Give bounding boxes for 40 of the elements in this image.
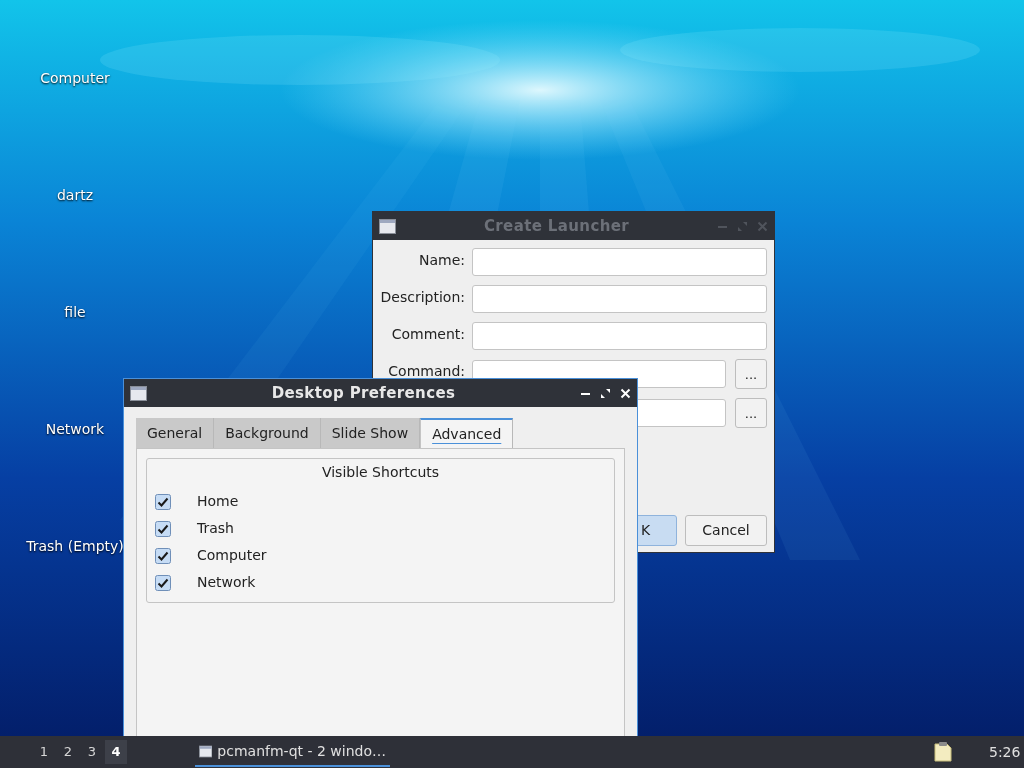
tab[interactable]: Advanced — [420, 418, 514, 448]
checkbox[interactable] — [155, 520, 171, 537]
tab[interactable]: General — [136, 418, 215, 448]
tab[interactable]: Slide Show — [320, 418, 421, 448]
field-label: Command: — [388, 364, 465, 379]
text-field[interactable] — [472, 322, 767, 350]
desktop-icon-label[interactable]: file — [64, 302, 86, 322]
checkbox[interactable] — [155, 574, 171, 591]
workspace-button[interactable]: 4 — [105, 740, 127, 764]
group-title: Visible Shortcuts — [321, 463, 440, 482]
checkbox-label: Trash — [197, 519, 234, 538]
window-title: Desktop Preferences — [271, 382, 456, 404]
text-field[interactable] — [472, 248, 767, 276]
window-icon — [199, 743, 213, 759]
workspace-button[interactable]: 2 — [57, 740, 79, 764]
browse-button[interactable]: ... — [735, 398, 767, 428]
workspace-button[interactable]: 1 — [33, 740, 55, 764]
desktop-icon-label[interactable]: Network — [45, 419, 105, 439]
field-label: Name: — [418, 253, 465, 268]
field-label: Description: — [380, 290, 465, 305]
checkbox-label: Computer — [197, 546, 267, 565]
checkbox-label: Network — [197, 573, 256, 592]
desktop-icon-label[interactable]: dartz — [56, 185, 94, 205]
window-title: Create Launcher — [483, 215, 630, 237]
text-field[interactable] — [472, 285, 767, 313]
clock: 5:26 — [989, 742, 1019, 762]
checkbox[interactable] — [155, 493, 171, 510]
field-label: Comment: — [391, 327, 465, 342]
window-icon — [130, 385, 147, 401]
tab[interactable]: Background — [214, 418, 321, 448]
checkbox-label: Home — [197, 492, 239, 511]
maximize-icon[interactable] — [600, 387, 611, 399]
desktop-icon-label[interactable]: Trash (Empty) — [26, 536, 124, 556]
checkbox[interactable] — [155, 547, 171, 564]
dialog-button[interactable]: Cancel — [685, 515, 767, 546]
task-button[interactable]: pcmanfm-qt - 2 windo… — [195, 737, 390, 767]
window-icon — [379, 218, 396, 234]
clipboard-icon[interactable] — [932, 741, 954, 763]
browse-button[interactable]: ... — [735, 359, 767, 389]
workspace-button[interactable]: 3 — [81, 740, 103, 764]
